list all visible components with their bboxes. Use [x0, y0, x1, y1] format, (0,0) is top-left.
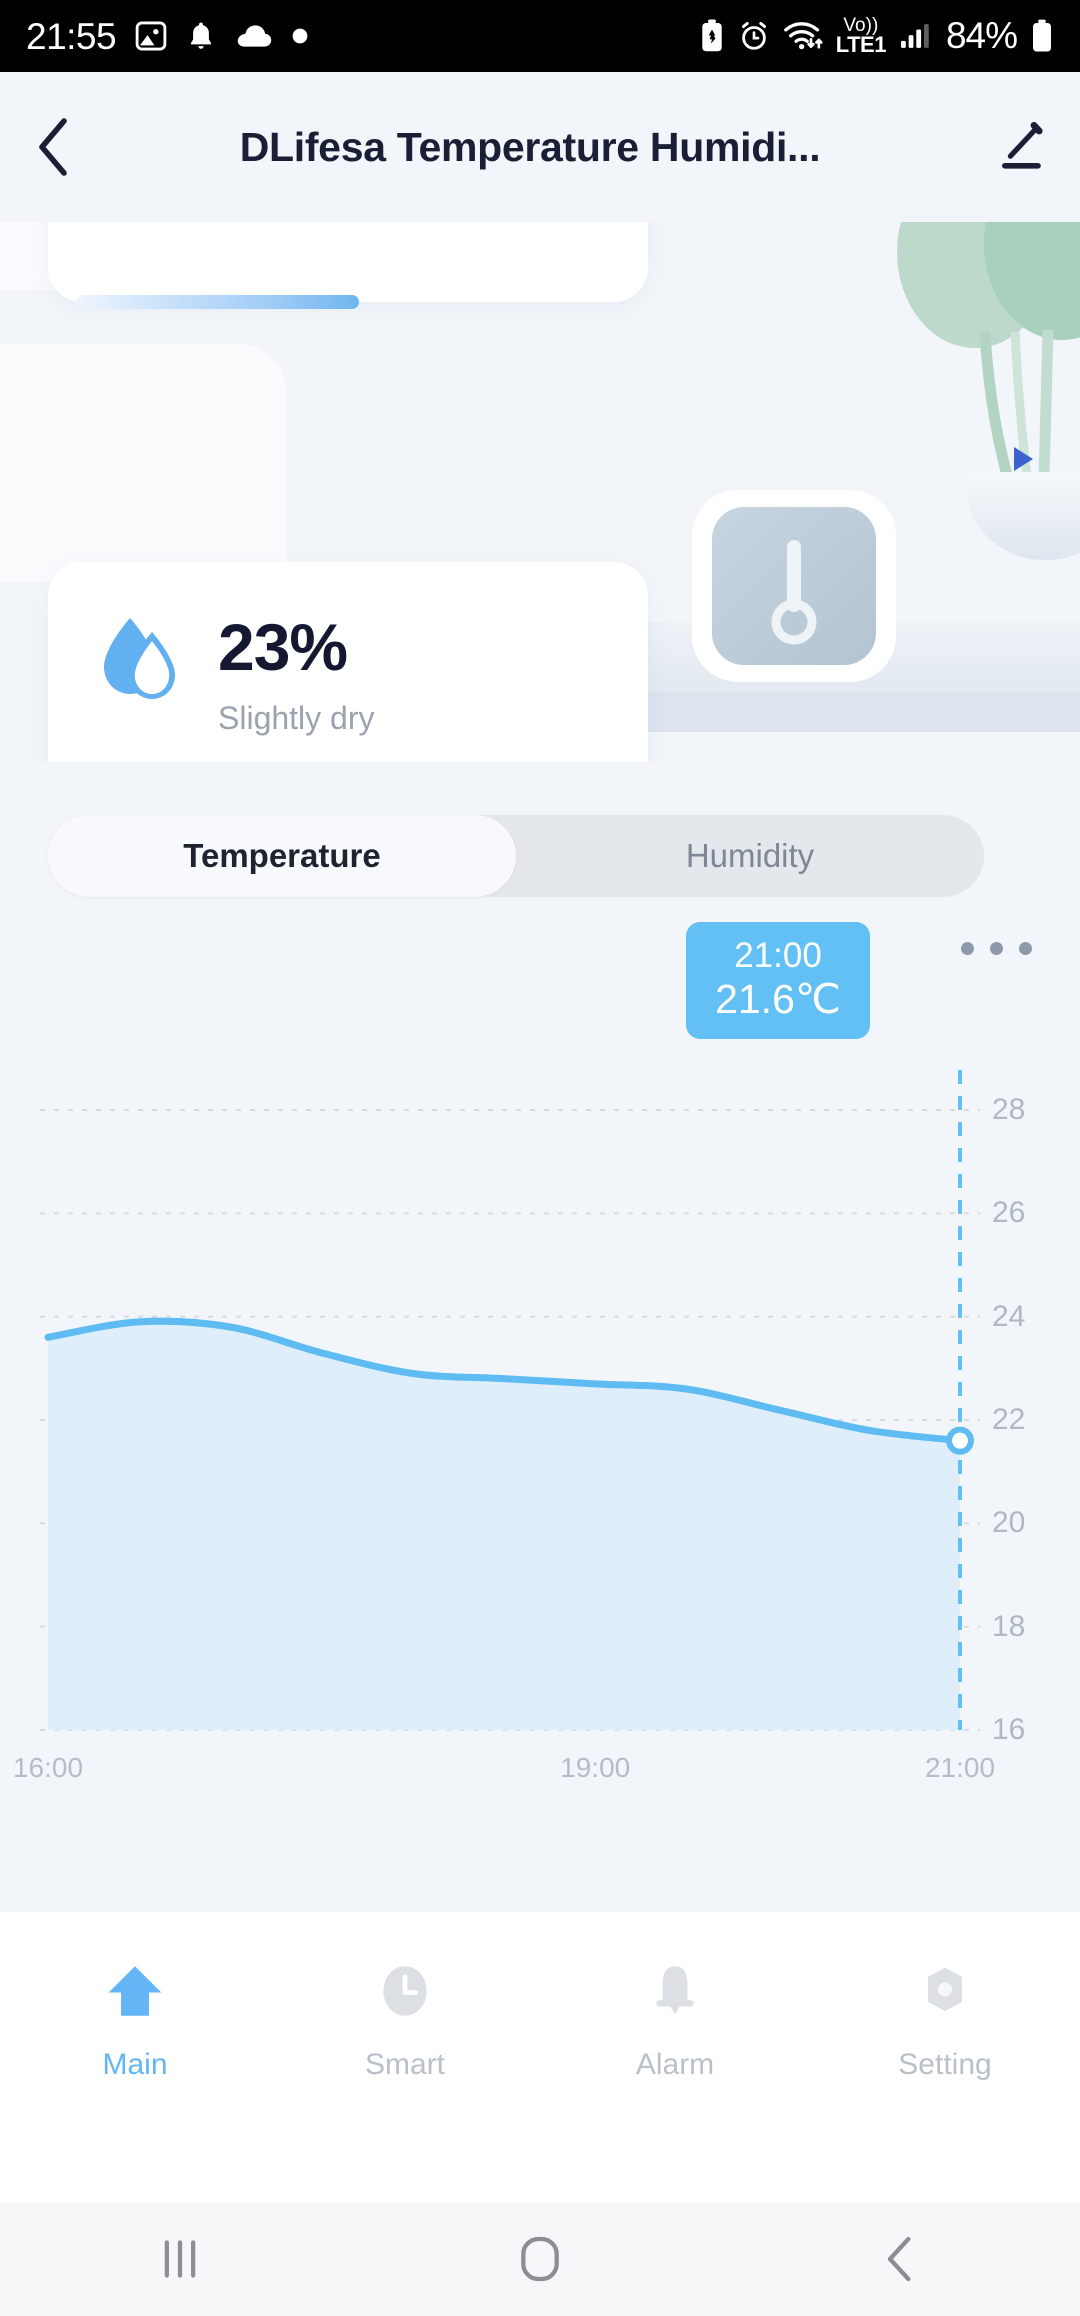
status-bar-right: Vo)) LTE1 84%	[699, 15, 1054, 57]
alarm-icon	[741, 22, 766, 50]
tab-humidity[interactable]: Humidity	[516, 815, 984, 897]
nav-label-setting: Setting	[898, 2048, 992, 2081]
image-icon	[135, 21, 167, 51]
temperature-progress-fill	[76, 295, 359, 309]
dot-2	[990, 942, 1003, 955]
metric-tabs: Temperature Humidity	[48, 815, 984, 897]
nav-item-smart[interactable]: Smart	[270, 1960, 540, 2082]
temperature-status-card[interactable]: Comfortable	[48, 222, 648, 309]
tab-temperature[interactable]: Temperature	[48, 815, 516, 897]
nav-item-main[interactable]: Main	[0, 1960, 270, 2082]
phone-screen: 21:55 Vo)) LTE1 84% DLifesa Temperature …	[0, 0, 1080, 2316]
tab-humidity-label: Humidity	[685, 837, 815, 874]
humidity-status: Slightly dry	[218, 700, 375, 736]
volte-indicator: Vo)) LTE1	[835, 16, 887, 57]
more-horizontal-icon[interactable]	[961, 942, 1032, 955]
y-axis-tick-2: 20	[992, 1506, 1026, 1540]
tooltip-time: 21:00	[734, 936, 822, 975]
status-bar: 21:55 Vo)) LTE1 84%	[0, 0, 1080, 72]
bell-icon	[191, 22, 212, 49]
nav-item-alarm[interactable]: Alarm	[540, 1960, 810, 2082]
clock-icon	[383, 1966, 427, 2016]
x-axis-tick-2: 21:00	[924, 1752, 996, 1783]
chart-panel: 21:00 21.6℃ 16 18 20 22 24 26 28 16:00 19:00 21:…	[0, 900, 1080, 1912]
humidity-card[interactable]: 23% Slightly dry	[48, 562, 648, 762]
chart-tooltip: 21:00 21.6℃	[686, 922, 870, 1040]
bell-icon	[656, 1966, 694, 2015]
recents-icon	[164, 2240, 196, 2278]
temperature-progress-track	[76, 295, 620, 309]
y-axis-tick-4: 24	[992, 1299, 1026, 1333]
status-clock: 21:55	[26, 15, 117, 57]
home-square-icon	[521, 2236, 559, 2282]
dot-1	[961, 942, 974, 955]
hero-section: Comfortable 23% Slightly dry	[0, 222, 1080, 762]
back-button[interactable]	[0, 72, 110, 222]
home-button[interactable]	[360, 2234, 720, 2284]
status-bar-left: 21:55	[26, 18, 308, 55]
x-axis-tick-0: 16:00	[12, 1752, 84, 1783]
battery-percent: 84%	[945, 15, 1018, 56]
back-button-system[interactable]	[720, 2234, 1080, 2284]
humidity-card-content: 23% Slightly dry	[98, 614, 375, 737]
y-axis-tick-5: 26	[992, 1196, 1026, 1230]
humidity-value: 23%	[218, 610, 348, 684]
edit-button[interactable]	[960, 72, 1080, 222]
temperature-chart[interactable]: 16 18 20 22 24 26 28 16:00 19:00 21:00	[0, 940, 1080, 1820]
back-chevron-icon	[887, 2236, 911, 2282]
chart-highlight-point	[946, 1426, 974, 1455]
tooltip-value: 21.6℃	[715, 976, 841, 1023]
water-drop-icon	[104, 618, 175, 699]
gear-icon	[927, 1967, 963, 2012]
signal-icon	[900, 24, 929, 48]
dot-3	[1019, 942, 1032, 955]
battery-icon	[1033, 19, 1051, 52]
recents-button[interactable]	[0, 2236, 360, 2282]
humidity-readout: 23% Slightly dry	[218, 614, 375, 737]
home-icon	[108, 1966, 162, 2016]
volte-label-bottom: LTE1	[835, 31, 887, 57]
pencil-icon	[1002, 122, 1043, 169]
nav-label-smart: Smart	[364, 2048, 445, 2081]
y-axis-tick-1: 18	[992, 1609, 1026, 1643]
dot-icon	[292, 28, 308, 44]
chart-svg	[40, 940, 980, 1731]
chevron-left-icon	[39, 118, 67, 176]
nav-label-alarm: Alarm	[635, 2048, 715, 2081]
x-axis-tick-1: 19:00	[560, 1752, 631, 1783]
bottom-navigation: Main Smart Alarm Setting	[0, 1912, 1080, 2202]
chart-area-fill	[48, 1321, 960, 1730]
y-axis-tick-6: 28	[992, 1093, 1026, 1126]
y-axis-tick-3: 22	[992, 1403, 1026, 1436]
cloud-icon	[237, 25, 272, 47]
battery-saver-icon	[702, 19, 722, 52]
nav-item-setting[interactable]: Setting	[810, 1960, 1080, 2082]
page-title: DLifesa Temperature Humidi...	[239, 123, 821, 170]
y-axis-tick-0: 16	[992, 1713, 1026, 1746]
app-bar: DLifesa Temperature Humidi...	[0, 72, 1080, 222]
nav-label-main: Main	[102, 2048, 168, 2081]
wifi-icon	[783, 22, 823, 50]
tab-temperature-label: Temperature	[183, 837, 381, 874]
system-navigation-bar	[0, 2202, 1080, 2316]
temperature-sensor-device	[692, 490, 896, 682]
